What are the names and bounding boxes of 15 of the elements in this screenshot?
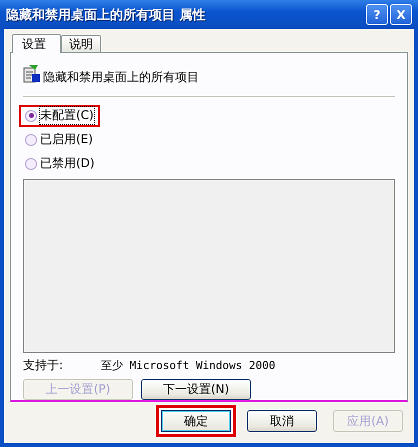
supported-label: 支持于: (23, 357, 64, 374)
tab[interactable]: 设置 (12, 34, 61, 53)
help-button[interactable]: ? (366, 4, 388, 25)
radio-option[interactable]: 已禁用(D) (19, 152, 97, 175)
tab[interactable]: 说明 (61, 35, 101, 52)
supported-value: 至少 Microsoft Windows 2000 (101, 358, 276, 373)
dialog-button[interactable]: 取消 (247, 410, 317, 432)
nav-button[interactable]: 下一设置(N) (141, 379, 251, 400)
policy-name: 隐藏和禁用桌面上的所有项目 (43, 70, 199, 84)
dialog-button[interactable]: 确定 (156, 405, 236, 437)
radio-option[interactable]: 未配置(C) (19, 104, 100, 127)
window-title: 隐藏和禁用桌面上的所有项目 属性 (6, 6, 206, 24)
close-button[interactable]: X (390, 4, 412, 25)
radio-option[interactable]: 已启用(E) (19, 128, 95, 151)
policy-icon (23, 64, 41, 84)
